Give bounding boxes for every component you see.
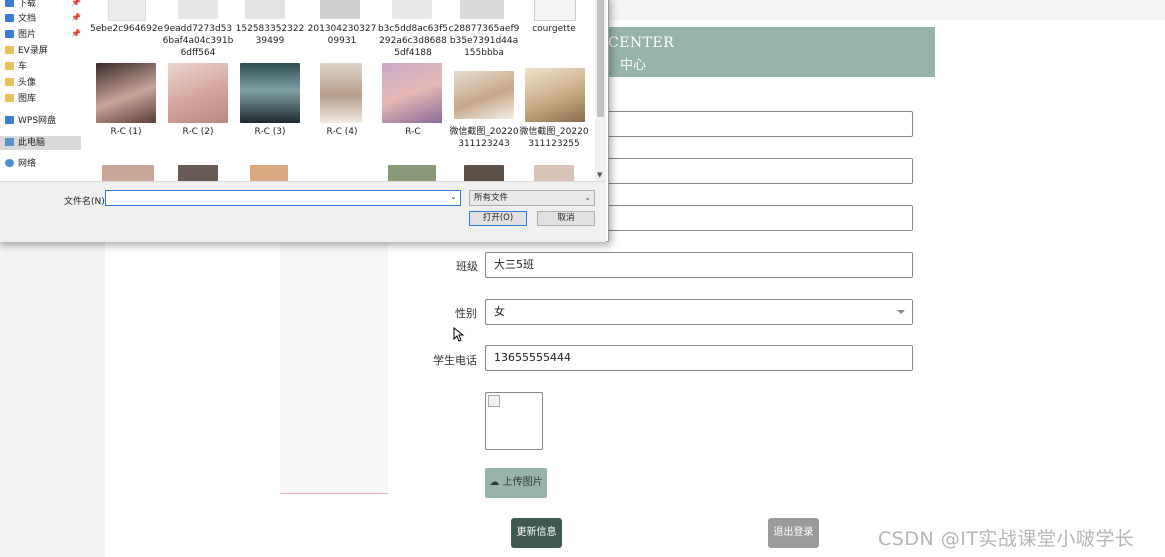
gender-select[interactable]: 女 (485, 299, 913, 325)
file-thumbnail[interactable] (392, 0, 432, 19)
image-thumbnail[interactable] (454, 71, 514, 119)
chevron-down-icon: ⌄ (584, 193, 591, 202)
file-name[interactable]: 微信截图_20220311123243 (448, 126, 520, 150)
image-thumbnail[interactable] (534, 165, 574, 181)
gender-label: 性别 (455, 307, 477, 320)
nav-item-ev-recordings[interactable]: EV录屏 (5, 44, 48, 58)
filename-input[interactable]: ⌄ (105, 190, 461, 206)
nav-item-wps-cloud[interactable]: WPS网盘 (5, 114, 56, 128)
folder-icon (5, 78, 14, 86)
gender-value: 女 (494, 305, 505, 318)
computer-icon (5, 138, 14, 146)
file-list-scrollbar[interactable]: ▼ (595, 0, 606, 181)
folder-icon (5, 46, 14, 54)
filetype-select[interactable]: 所有文件 ⌄ (469, 190, 595, 206)
image-thumbnail[interactable] (382, 63, 442, 123)
file-name[interactable]: 5ebe2c964692e (90, 23, 163, 35)
nav-item-car[interactable]: 车 (5, 60, 27, 74)
banner-title: CENTER (608, 35, 675, 51)
file-name[interactable]: 15258335232239499 (234, 23, 306, 47)
open-button[interactable]: 打开(O) (469, 211, 527, 226)
filetype-value: 所有文件 (474, 193, 509, 203)
nav-item-pictures[interactable]: 图片 (5, 28, 36, 42)
cloud-icon (5, 116, 14, 124)
pin-icon: 📌 (71, 0, 81, 7)
image-thumbnail[interactable] (464, 165, 504, 181)
avatar-preview (485, 392, 543, 450)
class-label: 班级 (456, 260, 478, 273)
download-icon (5, 0, 14, 7)
upload-label: 上传图片 (502, 477, 543, 488)
filename-label: 文件名(N): (64, 197, 108, 207)
page-top-strip (605, 0, 1165, 20)
file-thumbnail[interactable] (245, 0, 285, 19)
file-name[interactable]: courgette (518, 23, 590, 35)
banner-subtitle: 中心 (620, 58, 647, 73)
image-thumbnail[interactable] (320, 63, 362, 123)
image-thumbnail[interactable] (250, 165, 288, 181)
file-thumbnail[interactable] (320, 0, 360, 19)
phone-input[interactable]: 13655555444 (485, 345, 913, 371)
picture-icon (5, 30, 14, 38)
image-thumbnail[interactable] (168, 63, 228, 123)
image-thumbnail[interactable] (102, 165, 154, 181)
file-name[interactable]: R-C (377, 126, 449, 138)
file-name[interactable]: b3c5dd8ac63f5292a6c3d86885df4188 (377, 23, 449, 59)
center-banner: CENTER 中心 (600, 27, 935, 77)
file-name[interactable]: 微信截图_20220311123255 (518, 126, 590, 150)
file-name[interactable]: 20130423032709931 (306, 23, 378, 47)
nav-item-avatars[interactable]: 头像 (5, 76, 36, 90)
image-thumbnail[interactable] (388, 165, 436, 181)
mouse-cursor-icon (453, 327, 465, 342)
nav-item-gallery[interactable]: 图库 (5, 92, 36, 106)
chevron-down-icon[interactable]: ⌄ (450, 192, 457, 201)
document-icon (5, 14, 14, 22)
file-name[interactable]: R-C (1) (90, 126, 162, 138)
network-icon (5, 159, 14, 167)
file-name[interactable]: 9eadd7273d536baf4a04c391b6dff564 (162, 23, 234, 59)
image-thumbnail[interactable] (240, 63, 300, 123)
cloud-upload-icon: ☁ (489, 477, 500, 488)
image-thumbnail[interactable] (178, 165, 218, 181)
file-thumbnail[interactable] (460, 0, 504, 19)
file-thumbnail[interactable] (534, 0, 576, 21)
file-list: 5ebe2c964692e 9eadd7273d536baf4a04c391b6… (82, 0, 594, 181)
watermark: CSDN @IT实战课堂小啵学长 (878, 528, 1135, 550)
scroll-down-arrow-icon[interactable]: ▼ (597, 171, 602, 179)
folder-icon (5, 62, 14, 70)
file-thumbnail[interactable] (178, 0, 218, 19)
file-name[interactable]: R-C (3) (234, 126, 306, 138)
upload-image-button[interactable]: ☁ 上传图片 (485, 468, 547, 498)
update-info-button[interactable]: 更新信息 (511, 518, 562, 548)
nav-item-downloads[interactable]: 下载 (5, 0, 36, 11)
folder-icon (5, 94, 14, 102)
dialog-bottom-bar: 文件名(N): ⌄ 所有文件 ⌄ 打开(O) 取消 (0, 181, 606, 242)
phone-label: 学生电话 (433, 354, 477, 367)
cancel-button[interactable]: 取消 (537, 211, 595, 226)
file-name[interactable]: R-C (2) (162, 126, 234, 138)
scrollbar-thumb[interactable] (597, 0, 604, 117)
navigation-pane: 下载 📌 文档 📌 图片 📌 EV录屏 车 头像 图库 WPS网盘 此电脑 网络 (0, 0, 81, 181)
image-thumbnail[interactable] (525, 68, 585, 122)
file-name[interactable]: R-C (4) (306, 126, 378, 138)
file-open-dialog: 下载 📌 文档 📌 图片 📌 EV录屏 车 头像 图库 WPS网盘 此电脑 网络… (0, 0, 609, 242)
image-thumbnail[interactable] (96, 63, 156, 123)
nav-item-network[interactable]: 网络 (5, 157, 36, 171)
file-thumbnail[interactable] (108, 0, 146, 21)
nav-item-this-pc[interactable]: 此电脑 (0, 136, 81, 150)
broken-image-icon (488, 395, 500, 407)
class-input[interactable]: 大三5班 (485, 252, 913, 278)
logout-button[interactable]: 退出登录 (768, 518, 819, 548)
pin-icon: 📌 (71, 29, 81, 38)
file-name[interactable]: c28877365aef9b35e7391d44a155bbba (448, 23, 520, 59)
nav-item-documents[interactable]: 文档 (5, 12, 36, 26)
pin-icon: 📌 (71, 13, 81, 22)
